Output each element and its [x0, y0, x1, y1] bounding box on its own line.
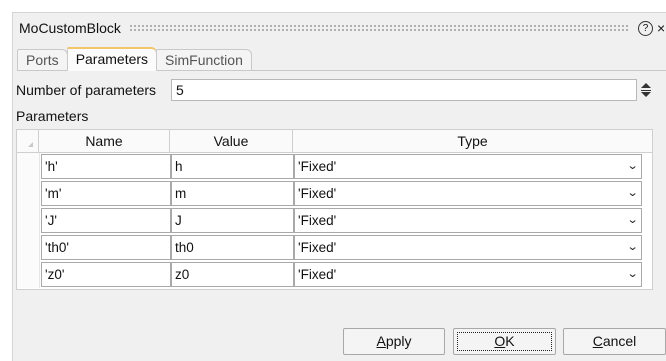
ok-button[interactable]: OK [453, 328, 556, 355]
name-cell[interactable]: 'J' [41, 208, 171, 233]
number-of-parameters-spinner[interactable] [639, 79, 653, 101]
table-corner[interactable] [17, 130, 39, 152]
cancel-button[interactable]: Cancel [563, 328, 666, 355]
row-header[interactable] [17, 234, 40, 261]
chevron-down-icon[interactable]: ⌄ [626, 209, 638, 232]
cancel-mnemonic: C [592, 333, 603, 349]
type-select-value: 'Fixed' [298, 240, 337, 255]
close-icon[interactable]: × [657, 20, 666, 36]
name-cell[interactable]: 'm' [41, 181, 171, 206]
type-select[interactable]: 'Fixed' ⌄ [294, 235, 642, 260]
row-header[interactable] [17, 180, 40, 207]
tab-bar: Ports Parameters SimFunction [17, 47, 252, 71]
name-cell[interactable]: 'h' [41, 154, 171, 179]
table-row: 'h' h 'Fixed' ⌄ [17, 153, 652, 180]
apply-label: pply [385, 333, 412, 349]
chevron-down-icon[interactable]: ⌄ [626, 236, 638, 259]
column-header-value[interactable]: Value [170, 130, 293, 152]
value-cell[interactable]: th0 [171, 235, 294, 260]
parameters-label: Parameters [16, 108, 89, 124]
type-select[interactable]: 'Fixed' ⌄ [294, 154, 642, 179]
parameters-table: Name Value Type 'h' h 'Fixed' ⌄ 'm' m 'F… [16, 129, 653, 290]
window-title: MoCustomBlock [19, 20, 121, 36]
number-of-parameters-input[interactable]: 5 [171, 79, 637, 101]
spinner-up-icon[interactable] [641, 83, 651, 88]
cancel-label: ancel [602, 333, 637, 349]
chevron-down-icon[interactable]: ⌄ [626, 155, 638, 178]
column-header-type[interactable]: Type [293, 130, 652, 152]
ok-label: K [505, 333, 515, 349]
value-cell[interactable]: m [171, 181, 294, 206]
table-row: 'm' m 'Fixed' ⌄ [17, 180, 652, 207]
value-cell[interactable]: z0 [171, 262, 294, 287]
column-header-name[interactable]: Name [39, 130, 170, 152]
value-cell[interactable]: J [171, 208, 294, 233]
number-of-parameters-value: 5 [176, 82, 184, 98]
chevron-down-icon[interactable]: ⌄ [626, 182, 638, 205]
table-row: 'z0' z0 'Fixed' ⌄ [17, 261, 652, 288]
type-select-value: 'Fixed' [298, 159, 337, 174]
chevron-down-icon[interactable]: ⌄ [626, 263, 638, 286]
table-row: 'th0' th0 'Fixed' ⌄ [17, 234, 652, 261]
tab-simfunction[interactable]: SimFunction [156, 49, 252, 70]
apply-button[interactable]: Apply [343, 328, 445, 355]
value-cell[interactable]: h [171, 154, 294, 179]
tab-parameters[interactable]: Parameters [66, 47, 158, 71]
spinner-down-icon[interactable] [641, 92, 651, 97]
help-icon[interactable]: ? [638, 20, 653, 36]
row-header[interactable] [17, 261, 40, 288]
name-cell[interactable]: 'z0' [41, 262, 171, 287]
type-select-value: 'Fixed' [298, 267, 337, 282]
apply-mnemonic: A [376, 333, 386, 349]
table-row: 'J' J 'Fixed' ⌄ [17, 207, 652, 234]
spinner-divider [641, 90, 651, 91]
type-select[interactable]: 'Fixed' ⌄ [294, 262, 642, 287]
table-header: Name Value Type [17, 130, 652, 153]
row-header[interactable] [17, 153, 40, 180]
ok-mnemonic: O [494, 333, 506, 349]
type-select[interactable]: 'Fixed' ⌄ [294, 208, 642, 233]
title-grip [128, 24, 630, 32]
title-bar[interactable]: MoCustomBlock ? × [13, 13, 666, 43]
tab-ports[interactable]: Ports [17, 49, 68, 70]
type-select[interactable]: 'Fixed' ⌄ [294, 181, 642, 206]
number-of-parameters-label: Number of parameters [16, 82, 157, 98]
row-header[interactable] [17, 207, 40, 234]
name-cell[interactable]: 'th0' [41, 235, 171, 260]
type-select-value: 'Fixed' [298, 186, 337, 201]
type-select-value: 'Fixed' [298, 213, 337, 228]
